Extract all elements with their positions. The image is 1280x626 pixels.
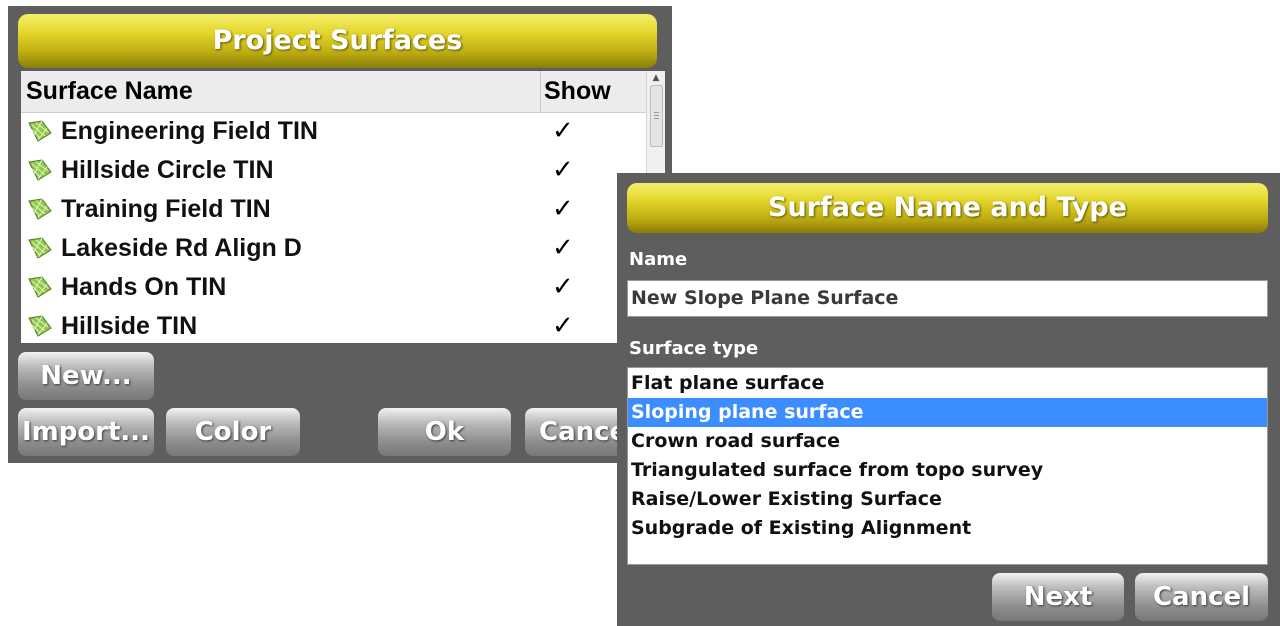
- surface-list-header: Surface Name Show: [21, 71, 647, 113]
- scroll-grip: [654, 112, 659, 113]
- show-checkmark[interactable]: ✓: [552, 233, 574, 263]
- next-button[interactable]: Next: [992, 573, 1124, 621]
- column-divider: [540, 71, 541, 112]
- column-header-show[interactable]: Show: [544, 77, 611, 106]
- surface-dialog-title: Surface Name and Type: [627, 183, 1268, 233]
- ok-button[interactable]: Ok: [378, 408, 511, 456]
- surface-name: Engineering Field TIN: [61, 117, 318, 145]
- tin-surface-icon: [28, 315, 52, 337]
- show-checkmark[interactable]: ✓: [552, 311, 574, 341]
- surface-type-option-selected[interactable]: Sloping plane surface: [628, 398, 1267, 427]
- surface-type-option[interactable]: Crown road surface: [628, 427, 1267, 456]
- project-surfaces-title: Project Surfaces: [18, 14, 657, 68]
- surface-name-type-dialog: Surface Name and Type Name New Slope Pla…: [617, 173, 1280, 626]
- surface-name-input[interactable]: New Slope Plane Surface: [627, 280, 1268, 317]
- import-button[interactable]: Import...: [18, 408, 154, 456]
- project-surfaces-panel: Project Surfaces Surface Name Show Engin…: [8, 6, 672, 463]
- color-button[interactable]: Color: [166, 408, 300, 456]
- surface-type-option[interactable]: Raise/Lower Existing Surface: [628, 485, 1267, 514]
- surface-name: Lakeside Rd Align D: [61, 234, 302, 262]
- new-button[interactable]: New...: [18, 352, 154, 400]
- show-checkmark[interactable]: ✓: [552, 194, 574, 224]
- surface-name: Training Field TIN: [61, 195, 271, 223]
- surface-type-option[interactable]: Flat plane surface: [628, 369, 1267, 398]
- surface-list: Surface Name Show Engineering Field TIN …: [21, 71, 647, 343]
- column-header-surface-name[interactable]: Surface Name: [26, 77, 193, 106]
- surface-row[interactable]: Hillside TIN ✓: [21, 307, 647, 343]
- surface-row[interactable]: Hands On TIN ✓: [21, 268, 647, 307]
- surface-type-list: Flat plane surface Sloping plane surface…: [627, 367, 1268, 565]
- surface-name: Hands On TIN: [61, 273, 227, 301]
- name-label: Name: [629, 249, 688, 270]
- tin-surface-icon: [28, 159, 52, 181]
- show-checkmark[interactable]: ✓: [552, 272, 574, 302]
- dialog-cancel-button[interactable]: Cancel: [1135, 573, 1268, 621]
- tin-surface-icon: [28, 120, 52, 142]
- surface-name: Hillside Circle TIN: [61, 156, 274, 184]
- tin-surface-icon: [28, 276, 52, 298]
- surface-row[interactable]: Hillside Circle TIN ✓: [21, 151, 647, 190]
- tin-surface-icon: [28, 198, 52, 220]
- show-checkmark[interactable]: ✓: [552, 155, 574, 185]
- surface-row[interactable]: Engineering Field TIN ✓: [21, 112, 647, 151]
- surface-type-option[interactable]: Subgrade of Existing Alignment: [628, 514, 1267, 543]
- tin-surface-icon: [28, 237, 52, 259]
- surface-row[interactable]: Training Field TIN ✓: [21, 190, 647, 229]
- scroll-thumb[interactable]: [650, 85, 663, 147]
- scroll-up-arrow-icon[interactable]: ▲: [647, 71, 665, 85]
- surface-type-option[interactable]: Triangulated surface from topo survey: [628, 456, 1267, 485]
- show-checkmark[interactable]: ✓: [552, 116, 574, 146]
- surface-row[interactable]: Lakeside Rd Align D ✓: [21, 229, 647, 268]
- surface-name: Hillside TIN: [61, 312, 198, 340]
- surface-type-label: Surface type: [629, 338, 759, 359]
